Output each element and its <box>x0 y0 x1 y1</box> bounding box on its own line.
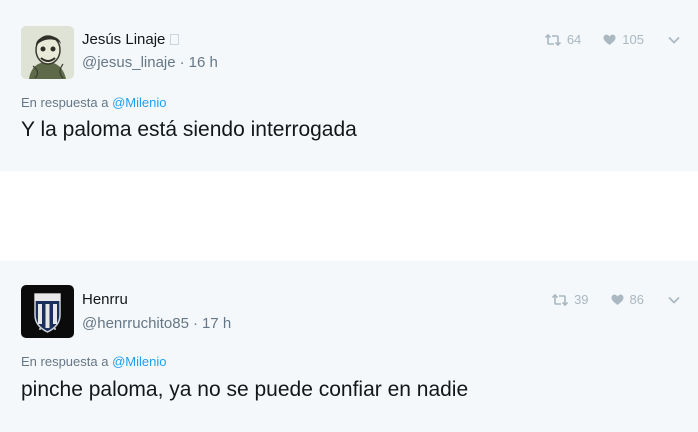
like-button[interactable]: 86 <box>611 292 644 307</box>
tweet-text: pinche paloma, ya no se puede confiar en… <box>21 378 469 401</box>
chevron-down-icon <box>668 296 680 304</box>
separator: · <box>179 54 185 71</box>
heart-icon <box>611 294 624 305</box>
reply-to-link[interactable]: @Milenio <box>112 95 166 110</box>
display-name-text[interactable]: Jesús Linaje <box>82 31 165 48</box>
retweet-button[interactable]: 39 <box>552 292 589 307</box>
chevron-down-icon <box>668 36 680 44</box>
separator: · <box>192 315 198 332</box>
retweet-count: 64 <box>566 32 582 47</box>
display-name[interactable]: Jesús Linaje <box>82 31 180 48</box>
tweet-actions: 64 105 <box>523 32 680 47</box>
heart-icon <box>603 34 616 45</box>
like-count: 86 <box>629 292 644 307</box>
retweet-count: 39 <box>574 292 589 307</box>
tweet-text: Y la paloma está siendo interrogada <box>21 118 357 141</box>
tweet-separator-gap <box>0 171 698 261</box>
tweet-actions: 39 86 <box>530 292 680 307</box>
reply-context: En respuesta a @Milenio <box>21 95 166 110</box>
timestamp[interactable]: 17 h <box>202 315 231 332</box>
reply-to-link[interactable]: @Milenio <box>112 354 166 369</box>
pachuca-crest-avatar-icon <box>21 285 74 338</box>
more-options-button[interactable] <box>668 296 680 304</box>
username-handle[interactable]: @henrruchito85 <box>82 315 189 332</box>
reply-prefix: En respuesta a <box>21 354 109 369</box>
retweet-icon <box>552 293 569 306</box>
like-button[interactable]: 105 <box>603 32 644 47</box>
handle-line: @jesus_linaje · 16 h <box>82 54 218 71</box>
like-count: 105 <box>622 32 644 47</box>
reply-context: En respuesta a @Milenio <box>21 354 166 369</box>
timestamp[interactable]: 16 h <box>189 54 218 71</box>
reply-prefix: En respuesta a <box>21 95 109 110</box>
caricature-avatar-icon <box>21 26 74 79</box>
avatar[interactable] <box>21 26 74 79</box>
username-handle[interactable]: @jesus_linaje <box>82 54 176 71</box>
tweet-card[interactable]: Jesús Linaje @jesus_linaje·16 h 64 105 <box>0 0 698 171</box>
display-name[interactable]: Henrru <box>82 291 128 308</box>
handle-line: @henrruchito85 · 17 h <box>82 315 231 332</box>
retweet-icon <box>544 33 561 46</box>
avatar[interactable] <box>21 285 74 338</box>
tweet-card[interactable]: Henrru @henrruchito85 · 17 h 39 86 En re… <box>0 261 698 432</box>
display-name-text[interactable]: Henrru <box>82 291 128 308</box>
retweet-button[interactable]: 64 <box>544 32 582 47</box>
verified-placeholder-icon <box>170 34 180 45</box>
more-options-button[interactable] <box>668 36 680 44</box>
